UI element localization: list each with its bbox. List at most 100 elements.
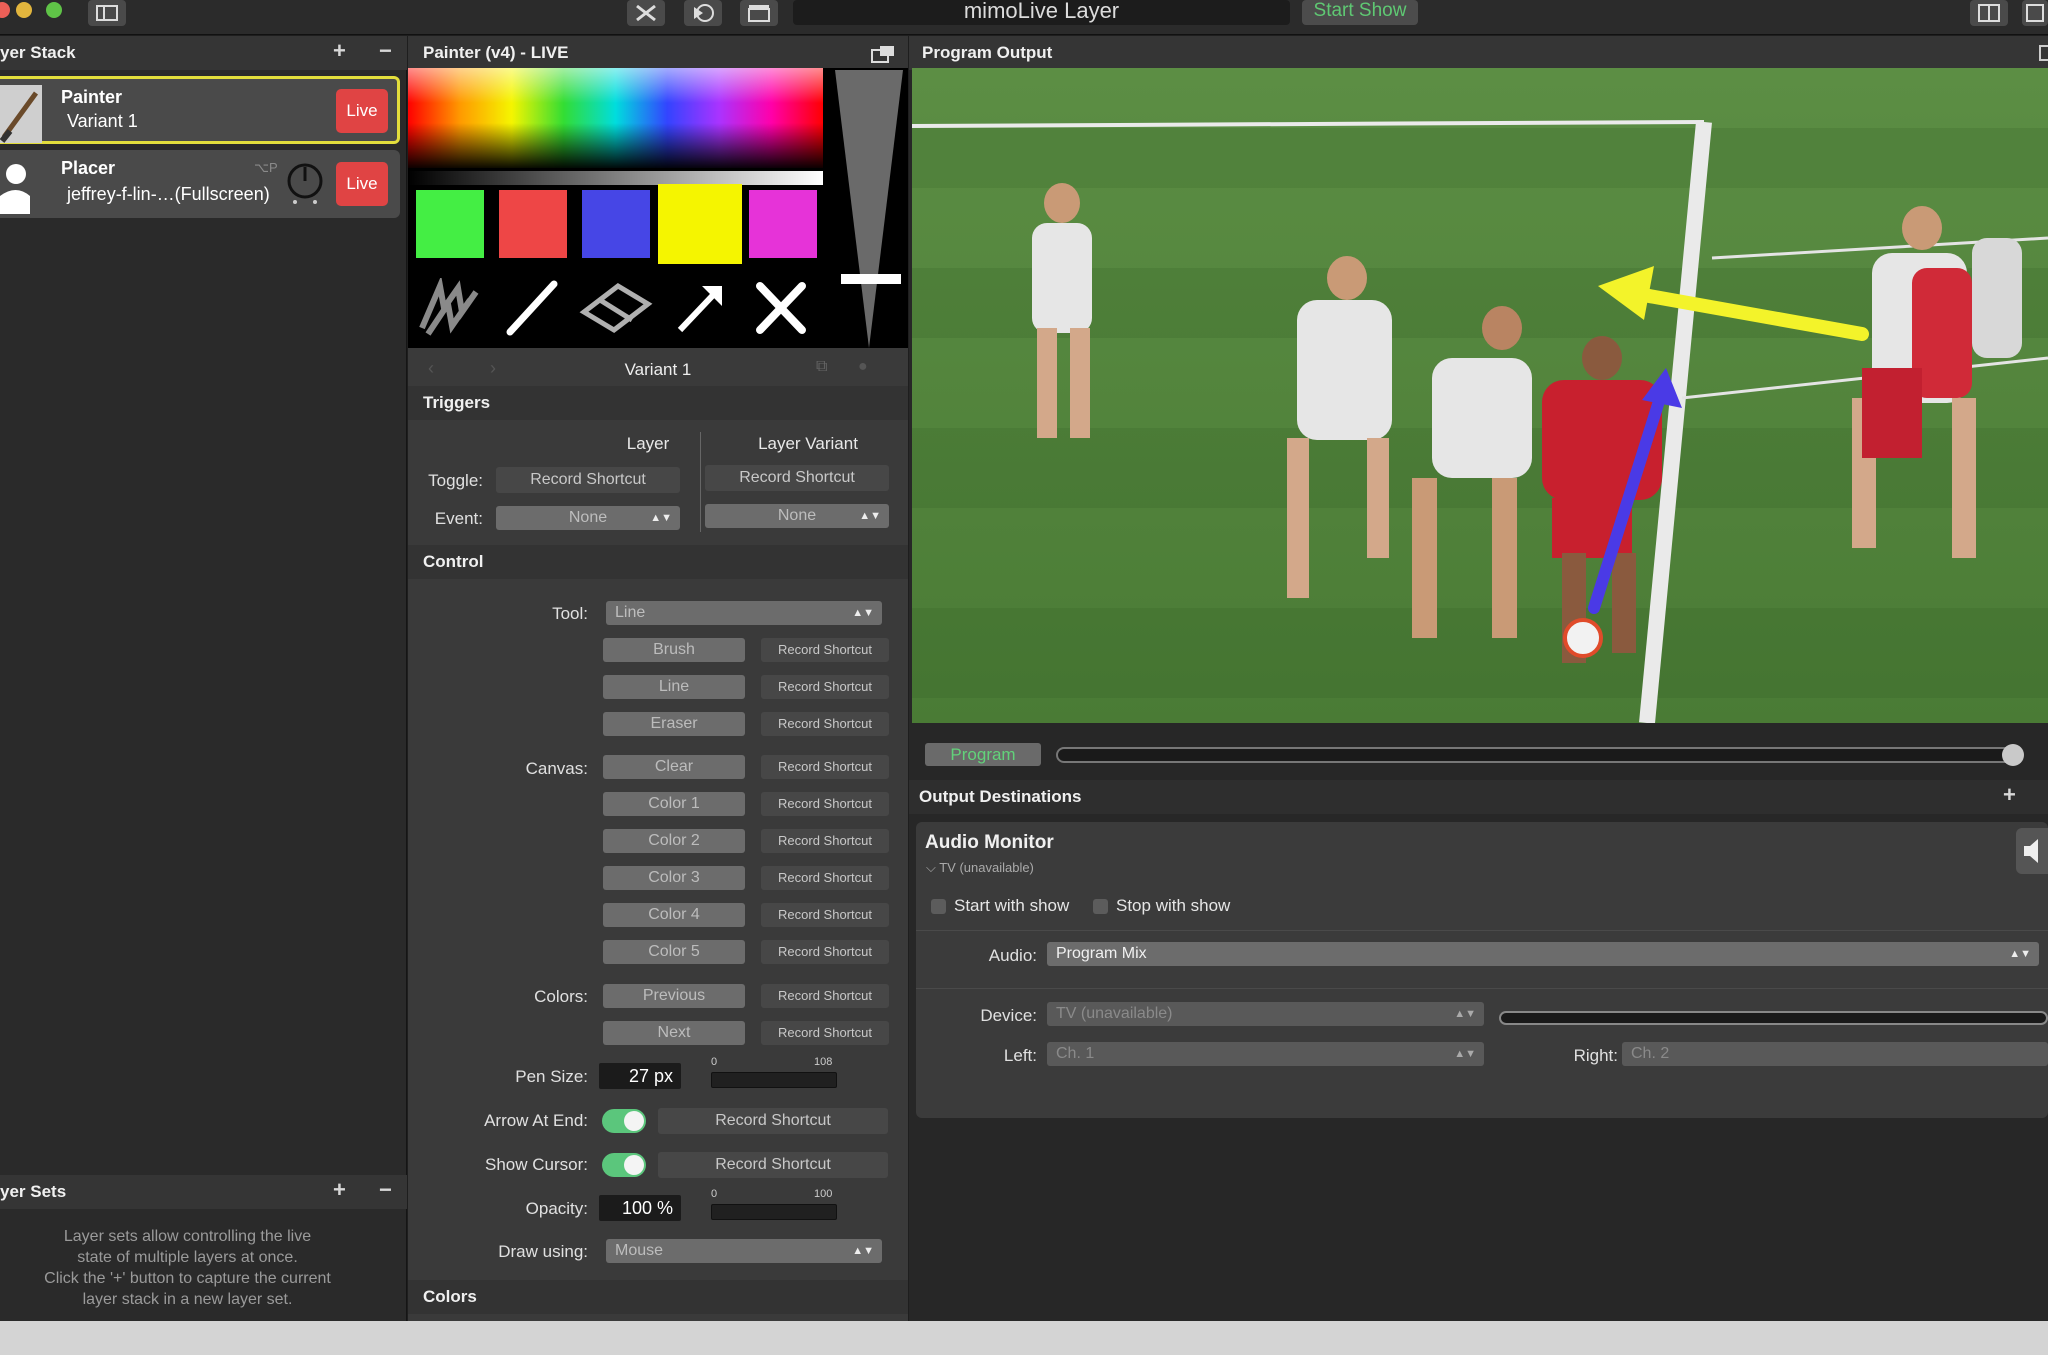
brush-button[interactable]: Brush xyxy=(603,638,745,662)
device-volume-slider[interactable] xyxy=(1499,1011,2048,1025)
triggers-header: Triggers xyxy=(408,386,908,420)
add-layer-set-button[interactable]: + xyxy=(333,1175,346,1205)
layer-event-select[interactable]: None ▲▼ xyxy=(496,506,680,530)
swatch-red[interactable] xyxy=(499,190,567,258)
layer-row-placer[interactable]: Placer ⌥P jeffrey-f-lin-…(Fullscreen) Li… xyxy=(0,150,400,218)
layer-row-painter[interactable]: Painter Variant 1 Live xyxy=(0,76,400,144)
line-tool-icon[interactable] xyxy=(504,278,560,343)
add-destination-button[interactable]: + xyxy=(2003,780,2016,810)
color-2-shortcut[interactable]: Record Shortcut xyxy=(761,829,889,853)
live-button[interactable]: Live xyxy=(336,89,388,133)
playback-icon[interactable] xyxy=(684,0,722,26)
brush-tool-icon[interactable] xyxy=(418,275,482,343)
variant-toggle-shortcut[interactable]: Record Shortcut xyxy=(705,465,889,491)
minimize-window-button[interactable] xyxy=(16,2,32,18)
color-3-button[interactable]: Color 3 xyxy=(603,866,745,890)
tool-select[interactable]: Line ▲▼ xyxy=(606,601,882,625)
remove-layer-button[interactable]: − xyxy=(379,36,392,66)
program-tag[interactable]: Program xyxy=(925,743,1041,766)
layer-toggle-shortcut[interactable]: Record Shortcut xyxy=(496,467,680,493)
variant-event-select[interactable]: None ▲▼ xyxy=(705,504,889,528)
eraser-button[interactable]: Eraser xyxy=(603,712,745,736)
zoom-window-button[interactable] xyxy=(46,2,62,18)
clear-shortcut[interactable]: Record Shortcut xyxy=(761,755,889,779)
duplicate-variant-icon[interactable]: ⧉ xyxy=(816,358,827,376)
pen-size-wedge[interactable] xyxy=(833,70,905,355)
previous-color-button[interactable]: Previous xyxy=(603,984,745,1008)
line-shortcut[interactable]: Record Shortcut xyxy=(761,675,889,699)
color-3-shortcut[interactable]: Record Shortcut xyxy=(761,866,889,890)
draw-using-select[interactable]: Mouse ▲▼ xyxy=(606,1239,882,1263)
close-window-button[interactable] xyxy=(0,2,10,18)
swatch-blue[interactable] xyxy=(582,190,650,258)
color-5-shortcut[interactable]: Record Shortcut xyxy=(761,940,889,964)
show-cursor-shortcut[interactable]: Record Shortcut xyxy=(658,1152,888,1178)
output-destinations-title: Output Destinations xyxy=(919,787,1082,806)
swatch-green[interactable] xyxy=(416,190,484,258)
program-output-video[interactable] xyxy=(912,68,2048,723)
next-color-button[interactable]: Next xyxy=(603,1021,745,1045)
color-4-shortcut[interactable]: Record Shortcut xyxy=(761,903,889,927)
remove-layer-set-button[interactable]: − xyxy=(379,1175,392,1205)
color-1-button[interactable]: Color 1 xyxy=(603,792,745,816)
arrow-at-end-toggle[interactable] xyxy=(602,1109,646,1133)
control-header: Control xyxy=(408,545,908,579)
select-value: Program Mix xyxy=(1056,945,1147,962)
opacity-slider[interactable] xyxy=(711,1204,837,1220)
volume-knob-icon[interactable] xyxy=(286,162,324,206)
device-select[interactable]: TV (unavailable) ▲▼ xyxy=(1047,1002,1484,1026)
color-5-button[interactable]: Color 5 xyxy=(603,940,745,964)
next-color-shortcut[interactable]: Record Shortcut xyxy=(761,1021,889,1045)
eraser-tool-icon[interactable] xyxy=(578,278,654,343)
tool-label: Tool: xyxy=(552,604,588,623)
swatch-magenta[interactable] xyxy=(749,190,817,258)
stop-with-show-checkbox[interactable] xyxy=(1093,899,1108,914)
pen-size-field[interactable]: 27 px xyxy=(599,1063,681,1089)
start-with-show-checkbox[interactable] xyxy=(931,899,946,914)
color-4-button[interactable]: Color 4 xyxy=(603,903,745,927)
add-layer-button[interactable]: + xyxy=(333,36,346,66)
layout-icon[interactable] xyxy=(1970,0,2008,26)
start-show-button[interactable]: Start Show xyxy=(1302,0,1418,25)
left-channel-select[interactable]: Ch. 1 ▲▼ xyxy=(1047,1042,1484,1066)
swatch-yellow-selected[interactable] xyxy=(658,184,742,264)
colors-label: Colors: xyxy=(534,987,588,1006)
eraser-shortcut[interactable]: Record Shortcut xyxy=(761,712,889,736)
color-1-shortcut[interactable]: Record Shortcut xyxy=(761,792,889,816)
arrow-at-end-label: Arrow At End: xyxy=(484,1111,588,1130)
color-spectrum[interactable] xyxy=(408,68,823,168)
updown-icon: ▲▼ xyxy=(859,510,881,522)
previous-color-shortcut[interactable]: Record Shortcut xyxy=(761,984,889,1008)
live-button[interactable]: Live xyxy=(336,162,388,206)
disclosure-icon[interactable]: ⌵ xyxy=(926,860,939,875)
sidebar-toggle-icon[interactable] xyxy=(88,0,126,26)
grayscale-strip[interactable] xyxy=(408,171,823,185)
show-cursor-toggle[interactable] xyxy=(602,1153,646,1177)
program-volume-knob[interactable] xyxy=(2002,744,2024,766)
right-channel-select[interactable]: Ch. 2 xyxy=(1622,1042,2048,1066)
program-output-header: Program Output xyxy=(909,36,2048,70)
layer-variant: Variant 1 xyxy=(67,111,138,131)
arrow-tool-icon[interactable] xyxy=(672,278,728,343)
clapperboard-icon[interactable] xyxy=(740,0,778,26)
inspector-icon[interactable] xyxy=(2022,0,2048,26)
speaker-icon[interactable] xyxy=(2016,828,2048,874)
clear-tool-icon[interactable] xyxy=(754,280,808,341)
device-subtitle: TV (unavailable) xyxy=(939,860,1034,875)
event-label: Event: xyxy=(434,509,483,528)
expand-icon[interactable] xyxy=(2039,45,2048,61)
audio-label: Audio: xyxy=(988,946,1037,965)
arrow-at-end-shortcut[interactable]: Record Shortcut xyxy=(658,1108,888,1134)
audio-select[interactable]: Program Mix ▲▼ xyxy=(1047,942,2039,966)
switcher-icon[interactable] xyxy=(627,0,665,26)
program-volume-slider[interactable] xyxy=(1056,747,2022,763)
clear-button[interactable]: Clear xyxy=(603,755,745,779)
colors-header: Colors xyxy=(408,1280,908,1314)
brush-shortcut[interactable]: Record Shortcut xyxy=(761,638,889,662)
line-button[interactable]: Line xyxy=(603,675,745,699)
opacity-field[interactable]: 100 % xyxy=(599,1195,681,1221)
pen-size-slider[interactable] xyxy=(711,1072,837,1088)
color-2-button[interactable]: Color 2 xyxy=(603,829,745,853)
delete-variant-icon[interactable]: ● xyxy=(858,358,868,376)
variant-bar: ‹ › Variant 1 ⧉ ● xyxy=(408,350,908,388)
